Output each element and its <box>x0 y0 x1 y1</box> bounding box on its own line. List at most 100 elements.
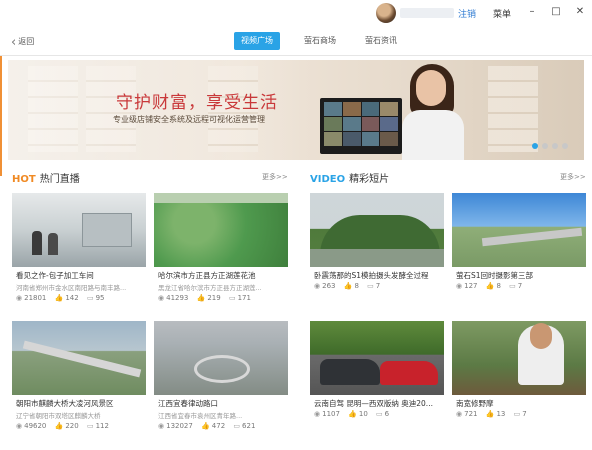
card-stats: ◉ 263 👍 8 ▭ 7 <box>314 282 386 290</box>
close-icon[interactable]: ✕ <box>572 4 588 20</box>
comment-count: 621 <box>242 422 256 430</box>
comment-icon: ▭ <box>376 410 383 418</box>
eye-icon: ◉ <box>314 410 321 418</box>
card-title: 看见之作-包子加工车间 <box>16 271 94 280</box>
thumb-up-icon: 👍 <box>485 282 495 290</box>
thumb-up-icon: 👍 <box>201 422 210 430</box>
card-location: 辽宁省朝阳市双塔区麒麟大桥 <box>16 412 101 420</box>
comment-icon: ▭ <box>367 282 374 290</box>
avatar[interactable] <box>376 3 396 23</box>
card-title: 萤石S1回时摄影第三部 <box>456 271 534 280</box>
minimize-icon[interactable]: – <box>524 4 540 20</box>
promo-banner[interactable]: 守护财富，享受生活 专业级店铺安全系统及远程可视化运营管理 <box>8 60 584 160</box>
eye-icon: ◉ <box>456 282 463 290</box>
comment-count: 7 <box>522 410 527 418</box>
card-title: 朝阳市麒麟大桥大凌河风景区 <box>16 399 114 408</box>
comment-icon: ▭ <box>86 422 94 430</box>
tab-ezviz-news[interactable]: 萤石资讯 <box>358 32 404 50</box>
video-card[interactable]: 卧震荡那的S1模拍摄头发酵全过程 ◉ 263 👍 8 ▭ 7 <box>310 193 444 309</box>
like-count: 472 <box>211 422 226 430</box>
comment-icon: ▭ <box>86 294 94 302</box>
thumb-up-icon: 👍 <box>485 410 495 418</box>
menu-button[interactable]: 菜单 <box>493 7 511 20</box>
nav-bar: ‹ 返回 视频广场 萤石商场 萤石资讯 <box>0 26 592 56</box>
eye-icon: ◉ <box>16 422 23 430</box>
view-count: 132027 <box>166 422 193 430</box>
view-count: 127 <box>464 282 478 290</box>
view-count: 263 <box>322 282 336 290</box>
thumb-up-icon: 👍 <box>343 282 353 290</box>
live-card[interactable]: 看见之作-包子加工车间 河南省郑州市金水区南阳路与南丰路... ◉ 21801 👍… <box>12 193 146 309</box>
card-location: 黑龙江省哈尔滨市方正县方正湖莲... <box>158 284 262 292</box>
monitor-image <box>320 98 402 154</box>
carousel-dots[interactable] <box>532 142 572 151</box>
card-stats: ◉ 132027 👍 472 ▭ 621 <box>158 422 261 430</box>
view-count: 1107 <box>322 410 340 418</box>
chevron-left-icon: ‹ <box>11 35 17 50</box>
comment-icon: ▭ <box>233 422 241 430</box>
shelf-decoration <box>488 66 538 152</box>
comment-count: 112 <box>95 422 109 430</box>
card-stats: ◉ 41293 👍 219 ▭ 171 <box>158 294 257 302</box>
video-thumbnail[interactable] <box>310 321 444 395</box>
logout-link[interactable]: 注销 <box>458 7 476 20</box>
thumb-up-icon: 👍 <box>196 294 206 302</box>
spokesperson-image <box>396 60 476 160</box>
carousel-dot[interactable] <box>552 143 558 149</box>
eye-icon: ◉ <box>16 294 23 302</box>
video-card[interactable]: 南宽修野摩 ◉ 721 👍 13 ▭ 7 <box>452 321 586 437</box>
card-title: 卧震荡那的S1模拍摄头发酵全过程 <box>314 271 429 280</box>
video-thumbnail[interactable] <box>310 193 444 267</box>
thumb-up-icon: 👍 <box>54 294 64 302</box>
hot-more-link[interactable]: 更多>> <box>262 172 288 182</box>
comment-count: 171 <box>237 294 251 302</box>
carousel-dot[interactable] <box>542 143 548 149</box>
like-count: 10 <box>358 410 368 418</box>
comment-count: 95 <box>95 294 105 302</box>
like-count: 8 <box>354 282 359 290</box>
tab-video-plaza[interactable]: 视频广场 <box>234 32 280 50</box>
video-title: 精彩短片 <box>349 174 390 185</box>
carousel-dot[interactable] <box>532 143 538 149</box>
thumb-up-icon: 👍 <box>54 422 64 430</box>
card-title: 江西宜春律动路口 <box>158 399 218 408</box>
live-card[interactable]: 朝阳市麒麟大桥大凌河风景区 辽宁省朝阳市双塔区麒麟大桥 ◉ 49620 👍 220 … <box>12 321 146 437</box>
comment-icon: ▭ <box>513 410 521 418</box>
live-thumbnail[interactable] <box>154 193 288 267</box>
comment-icon: ▭ <box>509 282 516 290</box>
eye-icon: ◉ <box>158 294 165 302</box>
live-thumbnail[interactable] <box>12 321 146 395</box>
eye-icon: ◉ <box>456 410 463 418</box>
banner-side-marker <box>0 56 7 176</box>
live-thumbnail[interactable] <box>12 193 146 267</box>
comment-count: 6 <box>384 410 390 418</box>
video-thumbnail[interactable] <box>452 321 586 395</box>
card-location: 江西省宜春市袁州区青年路... <box>158 412 243 420</box>
maximize-icon[interactable]: □ <box>548 4 564 20</box>
comment-count: 7 <box>375 282 381 290</box>
live-thumbnail[interactable] <box>154 321 288 395</box>
eye-icon: ◉ <box>158 422 165 430</box>
video-thumbnail[interactable] <box>452 193 586 267</box>
thumb-up-icon: 👍 <box>348 410 357 418</box>
tab-ezviz-mall[interactable]: 萤石商场 <box>297 32 343 50</box>
like-count: 13 <box>496 410 506 418</box>
comment-count: 7 <box>517 282 523 290</box>
video-card[interactable]: 萤石S1回时摄影第三部 ◉ 127 👍 8 ▭ 7 <box>452 193 586 309</box>
card-stats: ◉ 721 👍 13 ▭ 7 <box>456 410 533 418</box>
username-blurred <box>400 8 454 18</box>
card-stats: ◉ 127 👍 8 ▭ 7 <box>456 282 528 290</box>
video-section-title: VIDEO 精彩短片 <box>310 170 389 185</box>
view-count: 21801 <box>24 294 47 302</box>
hot-section-title: HOT 热门直播 <box>12 170 80 185</box>
back-button[interactable]: ‹ 返回 <box>11 35 34 50</box>
hot-title: 热门直播 <box>39 174 80 185</box>
video-prefix: VIDEO <box>310 174 346 185</box>
carousel-dot[interactable] <box>562 143 568 149</box>
live-card[interactable]: 江西宜春律动路口 江西省宜春市袁州区青年路... ◉ 132027 👍 472 ▭ 6… <box>154 321 288 437</box>
card-stats: ◉ 21801 👍 142 ▭ 95 <box>16 294 111 302</box>
back-label: 返回 <box>18 37 35 46</box>
video-card[interactable]: 云南自驾 昆明—西双版纳 奥迪20... ◉ 1107 👍 10 ▭ 6 <box>310 321 444 437</box>
live-card[interactable]: 哈尔滨市方正县方正湖莲花池 黑龙江省哈尔滨市方正县方正湖莲... ◉ 41293 … <box>154 193 288 309</box>
video-more-link[interactable]: 更多>> <box>560 172 586 182</box>
